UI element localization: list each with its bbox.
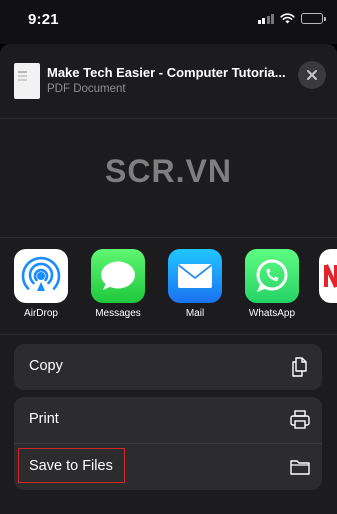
copy-icon	[292, 357, 307, 377]
watermark: SCR.VN	[105, 153, 232, 189]
copy-action[interactable]: Copy	[14, 344, 322, 390]
status-bar: 9:21	[0, 0, 337, 44]
close-icon	[307, 70, 317, 80]
signal-icon	[257, 13, 274, 24]
whatsapp-icon	[245, 249, 299, 303]
share-sheet: Make Tech Easier - Computer Tutoria... P…	[0, 44, 337, 514]
printer-icon	[290, 410, 310, 429]
save-to-files-action[interactable]: Save to Files	[14, 443, 322, 490]
status-time: 9:21	[28, 11, 59, 28]
document-type: PDF Document	[47, 83, 126, 95]
share-apps-row[interactable]: AirDrop Messages Mail WhatsApp	[0, 237, 337, 335]
print-action[interactable]: Print	[14, 397, 322, 443]
app-label: Messages	[95, 308, 141, 319]
mail-icon	[168, 249, 222, 303]
close-button[interactable]	[298, 61, 326, 89]
app-label: Mail	[185, 308, 205, 319]
folder-icon	[290, 460, 310, 475]
wifi-icon	[280, 13, 295, 24]
copy-label: Copy	[29, 358, 63, 374]
battery-icon	[301, 13, 326, 24]
app-partial-icon	[319, 249, 337, 303]
app-mail[interactable]: Mail	[165, 249, 225, 319]
status-icons	[257, 13, 326, 24]
preview-area: SCR.VN	[0, 119, 337, 237]
document-title: Make Tech Easier - Computer Tutoria...	[47, 65, 286, 80]
app-label: AirDrop	[24, 308, 58, 319]
app-label: WhatsApp	[248, 308, 296, 319]
document-thumbnail	[14, 63, 40, 99]
messages-icon	[91, 249, 145, 303]
app-messages[interactable]: Messages	[88, 249, 148, 319]
copy-group: Copy	[14, 344, 322, 390]
save-to-files-label: Save to Files	[29, 458, 113, 474]
share-sheet-header: Make Tech Easier - Computer Tutoria... P…	[0, 44, 337, 119]
print-save-group: Print Save to Files	[14, 397, 322, 490]
app-airdrop[interactable]: AirDrop	[11, 249, 71, 319]
print-label: Print	[29, 411, 59, 427]
airdrop-icon	[14, 249, 68, 303]
app-partial[interactable]	[319, 249, 337, 303]
app-whatsapp[interactable]: WhatsApp	[242, 249, 302, 319]
